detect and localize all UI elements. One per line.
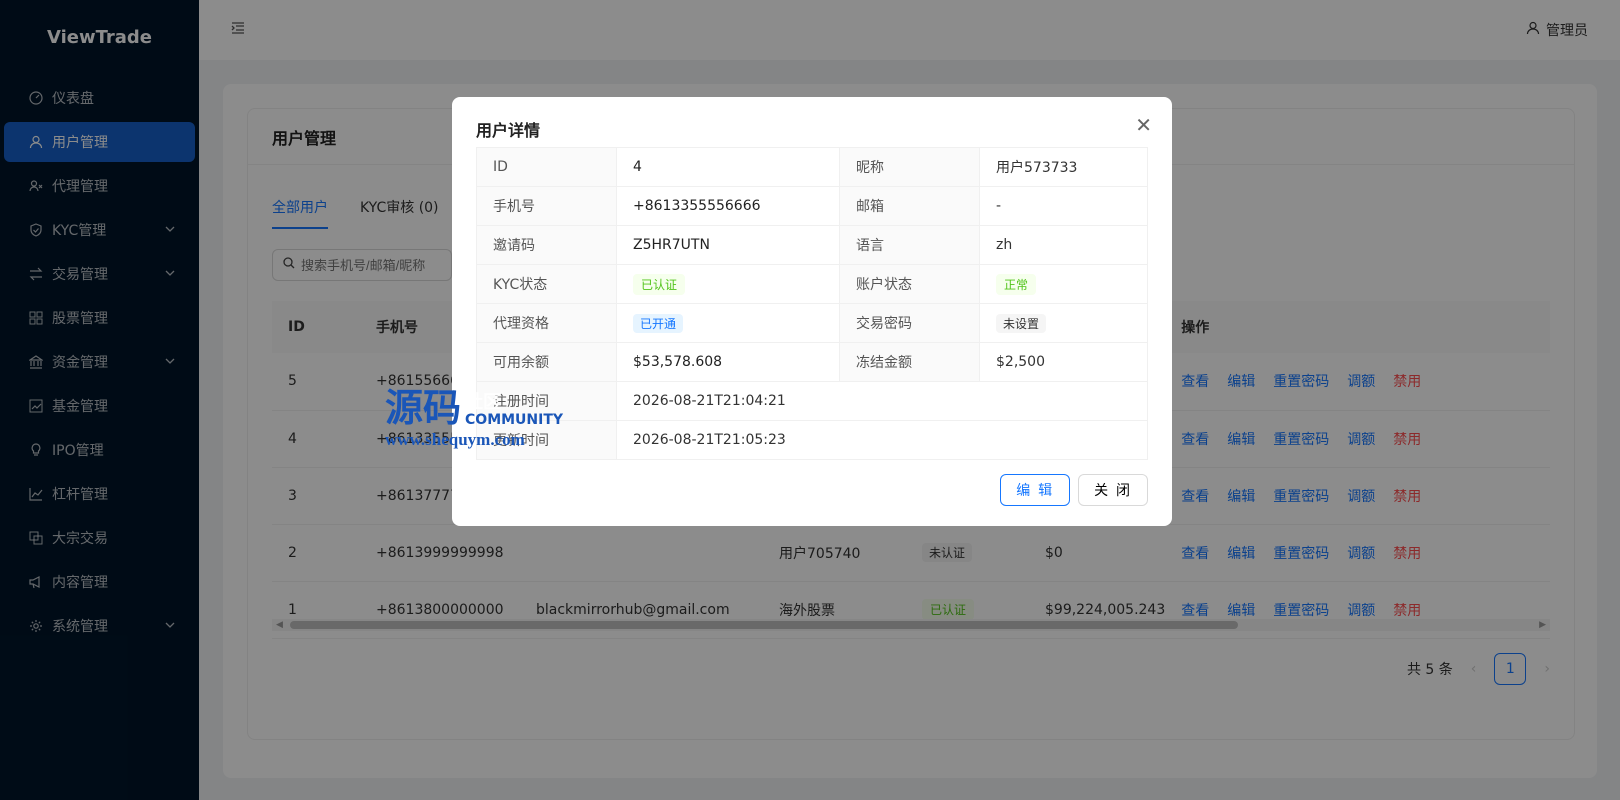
detail-label-language: 语言: [839, 225, 980, 265]
detail-row: 注册时间 2026-08-21T21:04:21: [476, 381, 1148, 421]
detail-value-language: zh: [979, 225, 1148, 265]
detail-label-account: 账户状态: [839, 264, 980, 304]
detail-value-available: $53,578.608: [616, 342, 840, 382]
agent-status-badge: 已开通: [633, 313, 684, 333]
watermark-sub: 社区: [465, 392, 502, 413]
detail-value-invite: Z5HR7UTN: [616, 225, 840, 265]
detail-label-nickname: 昵称: [839, 147, 980, 187]
close-icon[interactable]: ✕: [1135, 113, 1152, 137]
detail-row: 邀请码 Z5HR7UTN 语言 zh: [476, 225, 1148, 265]
kyc-status-badge: 已认证: [633, 273, 686, 295]
modal-footer: 编 辑 关 闭: [1000, 474, 1148, 506]
detail-value-phone: +8613355556666: [616, 186, 840, 226]
edit-button[interactable]: 编 辑: [1000, 474, 1071, 506]
detail-label-id: ID: [476, 147, 617, 187]
modal-title: 用户详情: [476, 121, 541, 140]
trade-password-badge: 未设置: [996, 313, 1047, 333]
detail-label-kyc: KYC状态: [476, 264, 617, 304]
detail-row: KYC状态 已认证 账户状态 正常: [476, 264, 1148, 304]
detail-value-updated: 2026-08-21T21:05:23: [616, 420, 1148, 460]
watermark-en: COMMUNITY: [465, 412, 564, 428]
detail-value-email: -: [979, 186, 1148, 226]
detail-label-trade-password: 交易密码: [839, 303, 980, 343]
watermark-url: www.shequym.com: [385, 430, 525, 449]
detail-value-nickname: 用户573733: [979, 147, 1148, 187]
detail-label-phone: 手机号: [476, 186, 617, 226]
close-button[interactable]: 关 闭: [1078, 474, 1148, 506]
detail-label-invite: 邀请码: [476, 225, 617, 265]
detail-row: ID 4 昵称 用户573733: [476, 147, 1148, 187]
detail-value-id: 4: [616, 147, 840, 187]
detail-row: 可用余额 $53,578.608 冻结金额 $2,500: [476, 342, 1148, 382]
detail-row: 代理资格 已开通 交易密码 未设置: [476, 303, 1148, 343]
detail-row: 更新时间 2026-08-21T21:05:23: [476, 420, 1148, 460]
detail-value-frozen: $2,500: [979, 342, 1148, 382]
watermark-logo: 源码 社区 COMMUNITY www.shequym.com: [385, 388, 563, 450]
watermark-main: 源码: [385, 386, 462, 430]
user-detail-table: ID 4 昵称 用户573733 手机号 +8613355556666 邮箱 -…: [476, 147, 1148, 460]
detail-label-agent: 代理资格: [476, 303, 617, 343]
detail-label-email: 邮箱: [839, 186, 980, 226]
detail-row: 手机号 +8613355556666 邮箱 -: [476, 186, 1148, 226]
detail-label-frozen: 冻结金额: [839, 342, 980, 382]
detail-value-created: 2026-08-21T21:04:21: [616, 381, 1148, 421]
detail-label-available: 可用余额: [476, 342, 617, 382]
user-detail-modal: 用户详情 ✕ ID 4 昵称 用户573733 手机号 +86133555566…: [452, 97, 1172, 526]
account-status-badge: 正常: [996, 273, 1037, 295]
